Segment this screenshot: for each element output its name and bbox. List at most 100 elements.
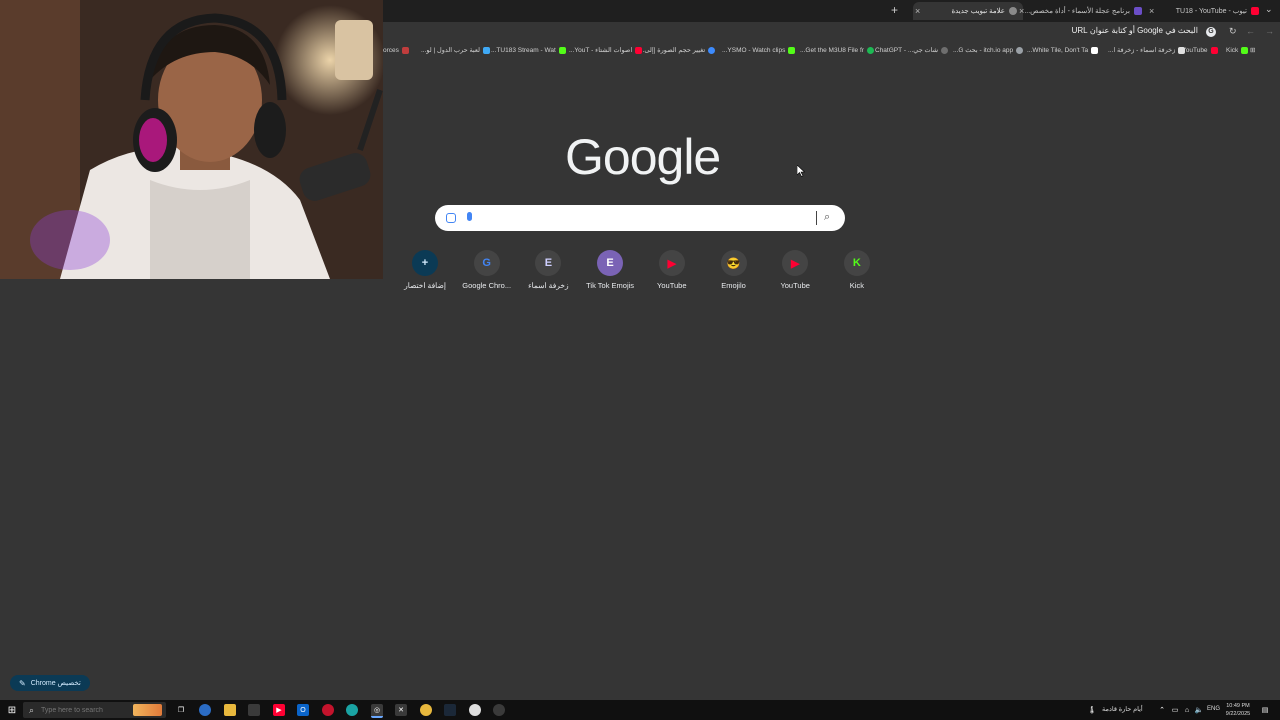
shortcut-tile[interactable]: E Tik Tok Emojis	[580, 250, 640, 290]
shortcut-tile[interactable]: 😎 Emojilo	[704, 250, 764, 290]
google-g-icon	[1016, 46, 1024, 54]
chevron-up-icon[interactable]: ⌃	[1156, 704, 1168, 716]
letter-e-icon: E	[544, 257, 553, 269]
tab-title: علامة تبويب جديدة	[951, 8, 1005, 15]
mouse-cursor-icon	[797, 165, 805, 177]
bookmark-tu183[interactable]: TU183 Stream - Wat...	[491, 44, 566, 56]
new-tab-favicon-icon	[1009, 7, 1017, 15]
weather-text[interactable]: أيام حارة قادمة	[1102, 705, 1143, 713]
gear-icon	[708, 46, 716, 54]
customize-chrome-button[interactable]: تخصيص Chrome ✎	[10, 675, 90, 691]
microphone-icon[interactable]	[467, 212, 472, 221]
bookmark-winter-sounds[interactable]: اصوات الشتاء - YouT...	[569, 44, 643, 56]
apps-grid-icon[interactable]: ⊞	[1250, 44, 1255, 56]
google-logo: Google	[565, 129, 721, 185]
bookmark-kick[interactable]: Kick	[1226, 44, 1249, 56]
bookmark-zakhrafa[interactable]: زخرفة اسماء - زخرفة ا...	[1108, 44, 1186, 56]
outlook-icon[interactable]: O	[297, 704, 309, 716]
name-wheel-favicon-icon	[1134, 7, 1142, 15]
shortcut-tile[interactable]: K Kick	[827, 250, 887, 290]
file-explorer-icon[interactable]	[224, 704, 236, 716]
youtube-icon	[1251, 7, 1259, 15]
bookmark-label: Get the M3U8 File fr...	[800, 46, 864, 54]
shortcut-label: YouTube	[780, 281, 810, 290]
webcam-overlay	[0, 0, 383, 279]
bookmark-forces[interactable]: orces	[383, 44, 409, 56]
new-tab-button[interactable]: +	[891, 3, 898, 17]
shortcut-tile[interactable]: E زخرفة اسماء	[518, 250, 578, 290]
language-indicator[interactable]: ENG	[1207, 706, 1220, 712]
youtube-icon[interactable]: ▶	[273, 704, 285, 716]
bookmark-image-resize[interactable]: تغيير حجم الصورة [إلى...	[639, 44, 716, 56]
bookmark-label: Kick	[1226, 46, 1239, 54]
m3u8-icon	[866, 46, 874, 54]
back-arrow-icon[interactable]: →	[1265, 26, 1274, 36]
bookmark-label: White Tile, Don't Ta...	[1027, 46, 1089, 54]
notification-icon[interactable]: ▤	[1259, 704, 1271, 716]
bookmark-war-game[interactable]: لعبة حرب الدول | لو...	[421, 44, 491, 56]
windows-taskbar: ⊞ ⌕ ❐ ▶ O ◎ ✕ 🌡 أيام حارة قادمة ⌃ ▭ ⌂ 🔈 …	[0, 700, 1280, 720]
search-icon[interactable]: ⌕	[824, 211, 830, 224]
tab-title: برنامج عجلة الأسماء - أداة مخصص...	[1024, 8, 1130, 15]
steam-icon[interactable]	[444, 704, 456, 716]
kick-icon	[558, 46, 566, 54]
shortcut-tile[interactable]: ▶ YouTube	[642, 250, 702, 290]
reload-icon[interactable]: ↻	[1229, 26, 1237, 37]
close-icon[interactable]: ×	[1019, 6, 1024, 16]
bookmark-itch[interactable]: itch.io app - بحث G...	[953, 44, 1024, 56]
bookmark-ysmo[interactable]: YSMO - Watch clips...	[722, 44, 796, 56]
tab-new-tab[interactable]: علامة تبويب جديدة ×	[913, 2, 1023, 20]
taskbar-search[interactable]: ⌕	[23, 702, 166, 718]
text-cursor	[816, 211, 817, 225]
google-lens-icon[interactable]	[446, 213, 456, 223]
bookmark-label: اصوات الشتاء - YouT...	[569, 47, 633, 54]
forward-arrow-icon[interactable]: ←	[1246, 26, 1255, 36]
youtube-icon: ▶	[667, 257, 677, 270]
tab-title: تيوب - TU18 - YouTube	[1175, 8, 1247, 15]
tab-name-wheel[interactable]: برنامج عجلة الأسماء - أداة مخصص... ×	[1019, 2, 1142, 20]
youtube-icon: ▶	[790, 257, 800, 270]
close-icon[interactable]: ×	[915, 6, 920, 16]
tab-youtube[interactable]: تيوب - TU18 - YouTube ×	[1147, 2, 1259, 20]
shortcut-icon-circle: ▶	[658, 250, 685, 276]
tab-search-chevron-icon[interactable]: ⌄	[1265, 4, 1273, 15]
shortcut-tile[interactable]: G Google Chro...	[457, 250, 517, 290]
bookmark-label: orces	[383, 46, 399, 54]
volume-icon[interactable]: 🔈	[1193, 704, 1205, 716]
chrome-icon[interactable]	[469, 704, 481, 716]
kick-icon: K	[852, 257, 861, 269]
bookmark-white-tile[interactable]: White Tile, Don't Ta...	[1027, 44, 1099, 56]
chrome-canary-icon[interactable]	[420, 704, 432, 716]
store-icon[interactable]	[248, 704, 260, 716]
add-icon: +	[421, 257, 429, 269]
copilot-icon[interactable]	[199, 704, 211, 716]
shortcut-label: YouTube	[657, 281, 687, 290]
bookmark-label: شات جي... - ChatGPT	[875, 47, 939, 54]
taskbar-search-input[interactable]	[39, 705, 134, 715]
pencil-icon: ✎	[19, 678, 26, 688]
shortcut-tile[interactable]: + إضافة اختصار	[395, 250, 455, 290]
search-box[interactable]: ⌕	[435, 205, 845, 231]
tray-app-icon[interactable]: ▭	[1169, 704, 1181, 716]
network-icon[interactable]: ⌂	[1181, 704, 1193, 716]
xbox-icon[interactable]: ✕	[395, 704, 407, 716]
windows-start-icon[interactable]: ⊞	[6, 704, 18, 716]
bookmark-chatgpt[interactable]: شات جي... - ChatGPT	[875, 44, 949, 56]
shortcut-icon-circle: +	[412, 250, 438, 276]
app-icon[interactable]	[493, 704, 505, 716]
task-view-icon[interactable]: ❐	[175, 704, 187, 716]
opera-icon[interactable]	[322, 704, 334, 716]
bookmark-m3u8[interactable]: Get the M3U8 File fr...	[800, 44, 874, 56]
letter-e-icon: E	[606, 257, 614, 269]
edge-icon[interactable]	[346, 704, 358, 716]
search-input[interactable]	[475, 209, 819, 229]
close-icon[interactable]: ×	[1149, 6, 1154, 16]
chrome-icon[interactable]: ◎	[371, 704, 383, 718]
shortcut-icon-circle: G	[473, 250, 500, 276]
clock[interactable]: 10:49 PM 9/22/2025	[1222, 702, 1254, 718]
bookmark-label: YouTube	[1182, 46, 1208, 54]
bookmark-label: تغيير حجم الصورة [إلى...	[639, 47, 706, 54]
bookmark-youtube[interactable]: YouTube	[1182, 44, 1218, 56]
shortcut-tile[interactable]: ▶ YouTube	[765, 250, 825, 290]
omnibox[interactable]: البحث في Google أو كتابة عنوان URL	[1072, 26, 1198, 35]
